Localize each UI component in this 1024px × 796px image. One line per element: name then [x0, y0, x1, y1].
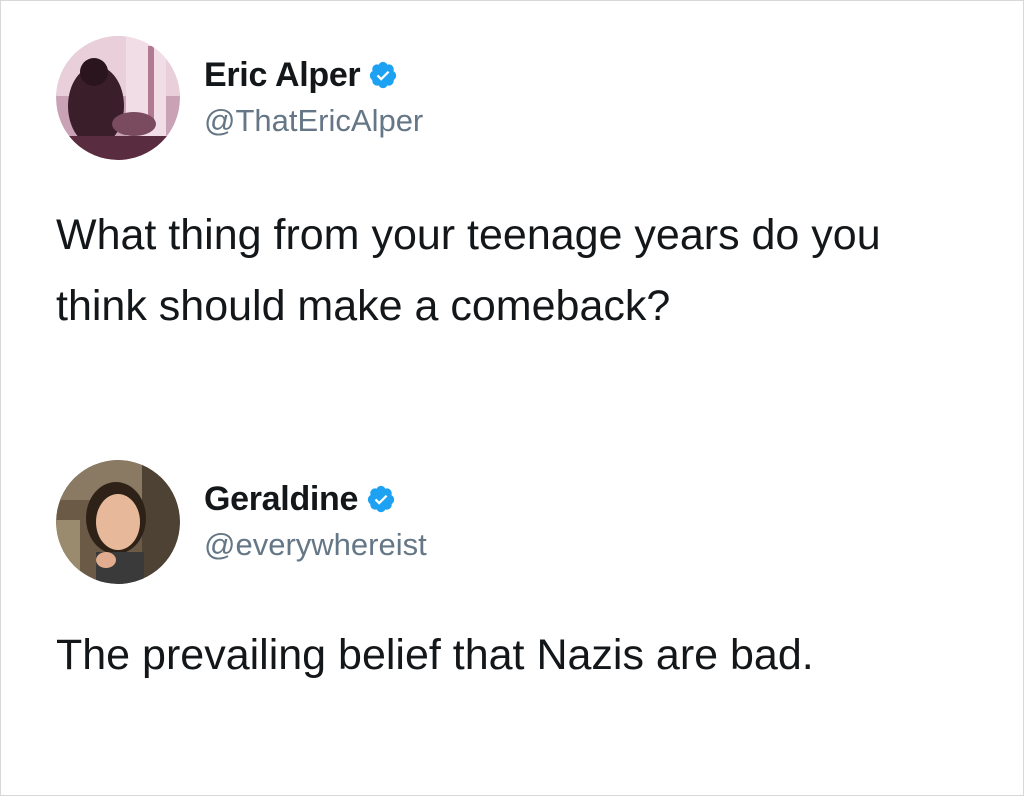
- user-names: Eric Alper @ThatEricAlper: [204, 55, 423, 141]
- user-handle[interactable]: @ThatEricAlper: [204, 101, 423, 141]
- display-name-row: Eric Alper: [204, 55, 423, 95]
- avatar[interactable]: [56, 460, 180, 584]
- tweet-header: Geraldine @everywhereist: [56, 458, 976, 586]
- tweet-header: Eric Alper @ThatEricAlper: [56, 34, 976, 162]
- display-name[interactable]: Geraldine: [204, 479, 358, 519]
- profile-photo-icon: [56, 460, 180, 584]
- display-name-row: Geraldine: [204, 479, 427, 519]
- reply-tweet: Geraldine @everywhereist The prevailing …: [56, 458, 976, 691]
- tweet-text: The prevailing belief that Nazis are bad…: [56, 631, 814, 679]
- original-tweet: Eric Alper @ThatEricAlper What thing fro…: [56, 34, 976, 342]
- profile-photo-icon: [56, 36, 180, 160]
- user-names: Geraldine @everywhereist: [204, 479, 427, 565]
- verified-badge-icon: [368, 485, 395, 513]
- avatar[interactable]: [56, 36, 180, 160]
- verified-badge-icon: [370, 61, 397, 89]
- tweet-text: What thing from your teenage years do yo…: [56, 211, 881, 330]
- user-handle[interactable]: @everywhereist: [204, 525, 427, 565]
- display-name[interactable]: Eric Alper: [204, 55, 361, 95]
